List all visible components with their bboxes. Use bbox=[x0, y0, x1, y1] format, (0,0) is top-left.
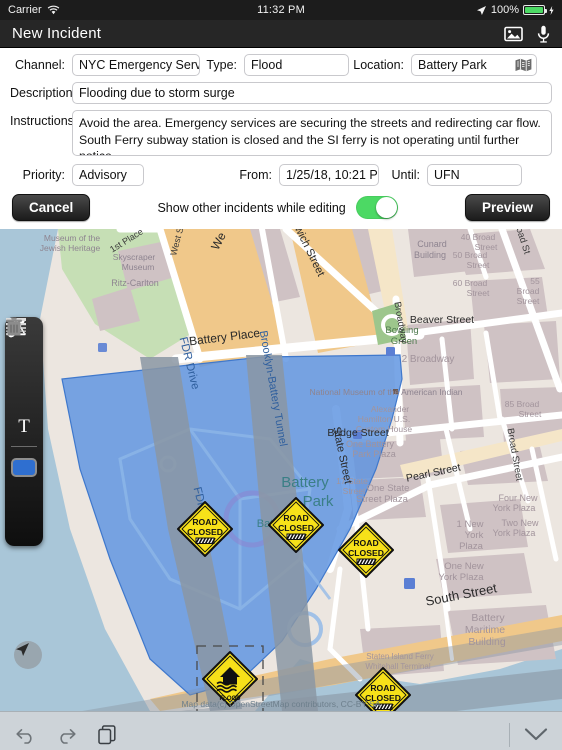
geolocate-button[interactable] bbox=[14, 641, 42, 669]
charging-bolt-icon bbox=[549, 5, 554, 15]
row-priority-dates: Priority: Advisory From: 1/25/18, 10:21 … bbox=[10, 164, 552, 186]
map-markers-layer[interactable]: ROADCLOSEDROADCLOSEDROADCLOSEDROADCLOSED… bbox=[0, 229, 562, 711]
barricade-icon bbox=[286, 533, 307, 540]
incident-form: Channel: NYC Emergency Serv... Type: Flo… bbox=[0, 48, 562, 192]
nav-actions bbox=[504, 25, 550, 43]
sign-label: ROAD bbox=[370, 683, 395, 693]
from-input[interactable]: 1/25/18, 10:21 PM bbox=[279, 164, 379, 186]
channel-label: Channel: bbox=[14, 58, 65, 72]
type-input[interactable]: Flood bbox=[244, 54, 349, 76]
cancel-button[interactable]: Cancel bbox=[12, 194, 91, 221]
sign-label: CLOSED bbox=[278, 523, 314, 533]
page-title: New Incident bbox=[12, 25, 102, 42]
description-label: Description: bbox=[10, 86, 76, 100]
until-label: Until: bbox=[391, 168, 420, 182]
pencil-tool-button[interactable] bbox=[9, 320, 39, 379]
sign-label: CLOSED bbox=[348, 548, 384, 558]
priority-input[interactable]: Advisory bbox=[72, 164, 144, 186]
road-closed-sign[interactable]: ROADCLOSED bbox=[338, 522, 394, 578]
location-label: Location: bbox=[353, 58, 404, 72]
row-instructions: Instructions: Avoid the area. Emergency … bbox=[10, 110, 552, 156]
line-weight-tool-button[interactable] bbox=[6, 318, 39, 510]
microphone-icon[interactable] bbox=[537, 25, 550, 43]
type-label: Type: bbox=[206, 58, 237, 72]
switch-knob bbox=[375, 197, 397, 218]
show-other-incidents-label: Show other incidents while editing bbox=[157, 200, 346, 215]
road-closed-sign[interactable]: ROADCLOSED bbox=[177, 501, 233, 557]
bottom-toolbar bbox=[0, 711, 562, 750]
from-label: From: bbox=[239, 168, 272, 182]
show-other-incidents-toggle-group: Show other incidents while editing bbox=[157, 196, 398, 219]
road-closed-sign[interactable]: ROADCLOSED bbox=[268, 497, 324, 553]
warning-marker-tool-button[interactable] bbox=[6, 318, 39, 409]
navigation-bar: New Incident bbox=[0, 20, 562, 48]
photo-icon[interactable] bbox=[504, 26, 523, 42]
map-canvas[interactable]: Museum of the Jewish Heritage Skyscraper Mu… bbox=[0, 229, 562, 711]
status-bar: Carrier 11:32 PM 100% bbox=[0, 0, 562, 20]
channel-input[interactable]: NYC Emergency Serv... bbox=[72, 54, 200, 76]
map-attribution: Map data(c) OpenStreetMap contributors, … bbox=[181, 699, 381, 709]
sign-label: CLOSED bbox=[187, 527, 223, 537]
delete-tool-button[interactable] bbox=[6, 317, 39, 540]
folded-map-icon bbox=[515, 58, 532, 72]
sign-label: ROAD bbox=[192, 517, 217, 527]
status-bar-right: 100% bbox=[476, 4, 554, 16]
row-description: Description: Flooding due to storm surge bbox=[10, 82, 552, 104]
undo-icon[interactable] bbox=[14, 726, 36, 744]
toolbar-divider bbox=[509, 722, 510, 747]
text-tool-button[interactable]: T bbox=[9, 413, 39, 439]
color-swatch-icon bbox=[11, 457, 37, 477]
incident-editor-screen: Carrier 11:32 PM 100% New Incident Chann… bbox=[0, 0, 562, 750]
text-t-icon: T bbox=[18, 415, 30, 437]
priority-label: Priority: bbox=[22, 168, 65, 182]
trash-icon bbox=[6, 317, 22, 336]
show-other-incidents-switch[interactable] bbox=[355, 196, 398, 219]
until-input[interactable]: UFN bbox=[427, 164, 522, 186]
row-channel-type-location: Channel: NYC Emergency Serv... Type: Flo… bbox=[10, 54, 552, 76]
duplicate-icon[interactable] bbox=[98, 724, 117, 745]
location-arrow-icon bbox=[476, 5, 486, 15]
barricade-icon bbox=[195, 537, 216, 544]
location-map-picker-button[interactable] bbox=[511, 54, 537, 76]
preview-button[interactable]: Preview bbox=[464, 194, 550, 221]
instructions-textarea[interactable]: Avoid the area. Emergency services are s… bbox=[72, 110, 552, 156]
instructions-label: Instructions: bbox=[10, 114, 78, 128]
action-bar: Cancel Show other incidents while editin… bbox=[0, 192, 562, 229]
bottom-toolbar-right bbox=[509, 722, 548, 747]
location-arrow-icon bbox=[16, 643, 29, 656]
location-input[interactable]: Battery Park bbox=[411, 54, 511, 76]
drawing-toolbar: T bbox=[5, 317, 43, 546]
barricade-icon bbox=[356, 558, 377, 565]
battery-percent-label: 100% bbox=[490, 4, 519, 16]
battery-full-icon bbox=[523, 5, 547, 15]
chevron-down-icon[interactable] bbox=[524, 727, 548, 742]
toolbar-divider bbox=[11, 446, 37, 447]
redo-icon[interactable] bbox=[56, 726, 78, 744]
sign-label: ROAD bbox=[283, 513, 308, 523]
sign-label: ROAD bbox=[353, 538, 378, 548]
color-swatch-button[interactable] bbox=[9, 454, 39, 480]
description-input[interactable]: Flooding due to storm surge bbox=[72, 82, 552, 104]
